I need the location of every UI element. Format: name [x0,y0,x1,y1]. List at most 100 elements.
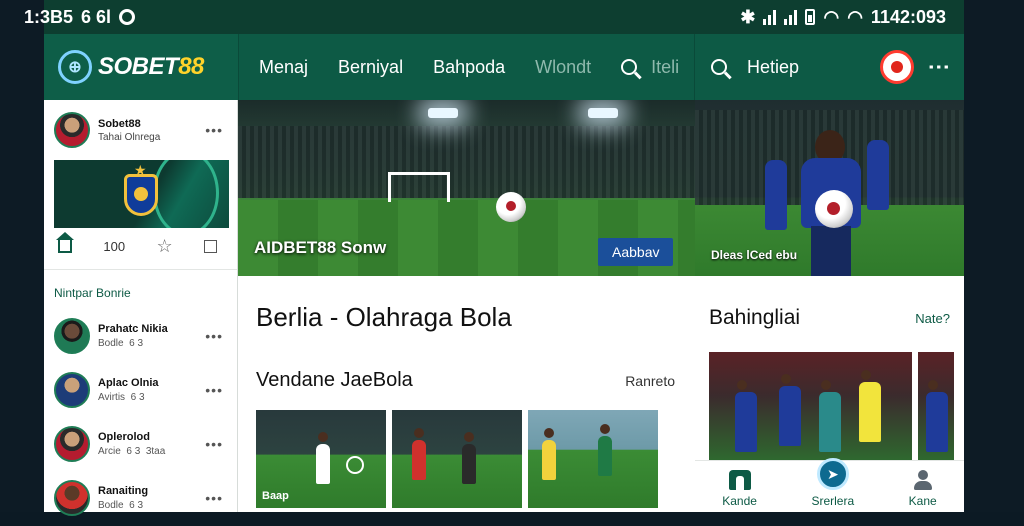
list-item-meta: 6 3 [126,446,141,457]
play-chip-icon [346,456,364,474]
bottom-nav: Kande ➤ Srerlera Kane [695,458,964,512]
battery-icon [805,9,816,25]
signal-icon [763,9,777,25]
wifi-icon: ◠ [823,6,840,27]
app-screen: 1:3B5 6 6l ✱ ◠ ◠ 1142:093 ⊕ SOBET88 Mena… [0,0,1024,516]
list-item-meta: 6 3 [129,338,144,349]
list-item[interactable]: Aplac Olnia Avirtis 6 3 ••• [44,364,237,418]
nav-item-bahpoda[interactable]: Bahpoda [433,57,505,78]
profile-card-header: Sobet88 Tahai Olnrega ••• [44,100,237,154]
app-header: ⊕ SOBET88 Menaj Berniyal Bahpoda Wlondt … [44,34,964,100]
bottom-nav-label: Kane [908,494,937,508]
avatar [54,480,90,516]
search-label[interactable]: Iteli [651,57,679,78]
team-photo[interactable] [709,352,912,462]
like-count: 100 [103,239,126,254]
player-figure [735,380,757,452]
list-item-meta: 6 3 [129,500,144,511]
more-link[interactable]: Nate? [915,311,950,326]
list-item[interactable]: Oplerolod Arcie 6 3 3taa ••• [44,418,237,472]
list-item-extra: 3taa [145,446,166,457]
list-item-name: Aplac Olnia [98,377,159,389]
avatar [54,372,90,408]
more-dots-icon[interactable]: ••• [205,382,223,398]
profile-subtitle: Tahai Olnrega [98,131,161,143]
thumbnail-card[interactable] [392,410,522,508]
section-header: Vendane JaeBola Ranreto [238,333,695,392]
section-title: Vendane JaeBola [256,369,413,391]
bottom-nav-center[interactable]: ➤ Srerlera [811,458,855,508]
right-search-icon[interactable] [711,59,727,75]
thumbnail-row: Baap [238,392,695,508]
list-item[interactable]: Prahatc Nikia Bodle 6 3 ••• [44,310,237,364]
bottom-nav-label: Srerlera [811,494,855,508]
floodlight-icon [428,108,458,118]
nav-item-wlondt[interactable]: Wlondt [535,57,591,78]
team-photo[interactable] [918,352,954,462]
club-banner[interactable]: ★ [54,160,229,228]
section-title: Bahingliai [709,306,801,329]
list-item-sub: Bodle [98,500,124,511]
logo-globe-icon: ⊕ [58,50,92,84]
football-icon [496,192,526,222]
list-item-meta: 6 3 [130,392,145,403]
thumbnail-card[interactable] [528,410,658,508]
section-title: Nintpar Bonrie [44,269,237,310]
avatar[interactable] [54,112,90,148]
logo-text: SOBET88 [98,53,204,80]
right-panel: Dleas lCed ebu Bahingliai Nate? Kande ➤ [695,100,964,512]
list-item[interactable]: Ranaiting Bodle 6 3 ••• [44,472,237,526]
more-dots-icon[interactable]: ••• [205,122,223,138]
list-item-name: Oplerolod [98,431,150,443]
list-item-name: Ranaiting [98,485,149,497]
status-time: 1:3B5 [24,6,74,27]
bottom-nav-label: Kande [722,494,757,508]
hero-banner[interactable]: AIDBET88 Sonw Aabbav [238,100,695,276]
player-figure [412,428,426,480]
player-figure [462,432,476,484]
star-icon[interactable]: ☆ [156,236,172,257]
status-signal-text: 6 6l [81,6,112,27]
right-header-title: Hetiep [747,56,800,77]
hero-caption: AIDBET88 Sonw [254,238,387,257]
share-icon[interactable] [203,240,217,253]
avatar [54,426,90,462]
right-header: Hetiep ⋮ [694,34,964,100]
home-icon [728,470,751,490]
nav-item-menaj[interactable]: Menaj [259,57,308,78]
player-figure [316,432,330,484]
nav-item-berniyal[interactable]: Berniyal [338,57,403,78]
more-menu-icon[interactable]: ⋮ [927,56,952,78]
section-header: Bahingliai Nate? [695,276,964,330]
more-dots-icon[interactable]: ••• [205,436,223,452]
list-item-sub: Arcie [98,446,121,457]
player-figure [765,160,787,230]
player-figure [779,374,801,446]
more-dots-icon[interactable]: ••• [205,328,223,344]
main-nav: Menaj Berniyal Bahpoda Wlondt Iteli [238,34,694,100]
home-icon[interactable] [56,232,74,253]
more-dots-icon[interactable]: ••• [205,490,223,506]
signal-2-icon [784,9,798,25]
goal-icon [388,172,450,202]
stadium-stands [238,126,695,198]
card-actions: 100 ☆ [44,228,237,265]
list-item-sub: Bodle [98,338,124,349]
thumbnail-card[interactable]: Baap [256,410,386,508]
status-bar: 1:3B5 6 6l ✱ ◠ ◠ 1142:093 [24,0,964,34]
list-item-name: Prahatc Nikia [98,323,168,335]
player-figure [598,424,612,476]
bottom-nav-home[interactable]: Kande [722,470,757,508]
person-icon [913,470,933,490]
player-figure [542,428,556,480]
section-link[interactable]: Ranreto [625,373,675,389]
search-icon[interactable] [621,59,638,75]
wifi-2-icon: ◠ [847,6,863,27]
profile-avatar-icon[interactable] [880,50,914,84]
bottom-nav-profile[interactable]: Kane [909,470,937,508]
main-content: AIDBET88 Sonw Aabbav Berlia - Olahraga B… [238,100,695,512]
logo[interactable]: ⊕ SOBET88 [44,34,238,100]
player-hero[interactable]: Dleas lCed ebu [695,100,964,276]
hero-caption: Dleas lCed ebu [711,248,798,262]
hero-button[interactable]: Aabbav [598,238,674,266]
